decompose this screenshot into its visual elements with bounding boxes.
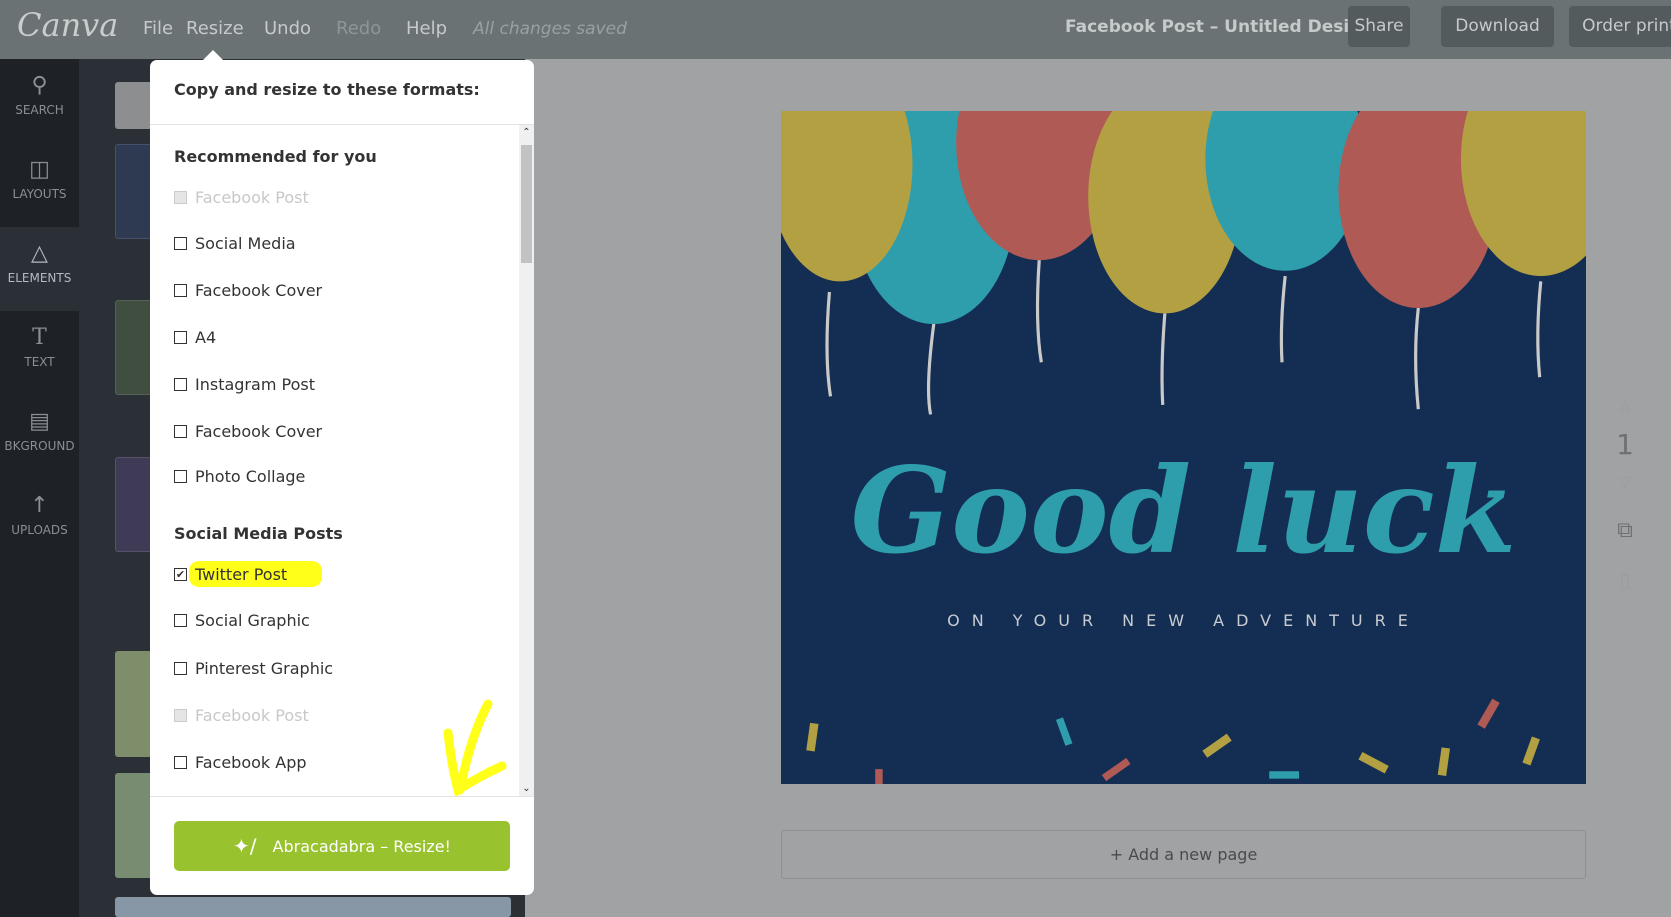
scroll-up-icon[interactable]: ⌃ [519,127,534,138]
option-a4[interactable]: A4 [174,328,216,347]
option-social-graphic[interactable]: Social Graphic [174,611,310,630]
checkbox[interactable] [174,331,187,344]
page-up-icon[interactable]: △ [1610,398,1640,414]
option-twitter-post[interactable]: ✔ Twitter Post [174,561,322,587]
upload-icon: ↑ [30,493,49,518]
option-facebook-cover[interactable]: Facebook Cover [174,422,322,441]
balloon-shapes [781,111,1586,324]
option-social-media[interactable]: Social Media [174,234,296,253]
checkbox-checked[interactable]: ✔ [174,568,187,581]
checkbox[interactable] [174,191,187,204]
checkbox[interactable] [174,662,187,675]
popup-title: Copy and resize to these formats: [174,80,480,99]
search-icon: ⚲ [31,73,48,98]
scrollbar[interactable]: ⌃ ⌄ [519,125,534,796]
checkbox[interactable] [174,709,187,722]
resize-button[interactable]: ✦∕ Abracadabra – Resize! [174,821,510,871]
save-status: All changes saved [473,19,627,39]
sidebar-item-search[interactable]: ⚲ SEARCH [0,59,79,143]
confetti [806,698,1540,784]
add-page-button[interactable]: + Add a new page [781,830,1586,879]
resize-popup: Copy and resize to these formats: Recomm… [150,50,534,895]
page-number: 1 [1616,428,1634,461]
checkbox[interactable] [174,284,187,297]
sidebar-item-background[interactable]: ▤ BKGROUND [0,395,79,479]
top-bar: Canva File Resize Undo Redo Help All cha… [0,0,1671,59]
canva-logo[interactable]: Canva [17,6,118,44]
menu-undo[interactable]: Undo [264,18,311,39]
scroll-down-icon[interactable]: ⌄ [519,783,534,794]
duplicate-page-icon[interactable]: ⧉ [1610,518,1640,543]
arrow-annotation [443,699,507,798]
share-button[interactable]: Share [1348,6,1410,47]
design-canvas[interactable]: Good luck ON YOUR NEW ADVENTURE [781,111,1586,784]
page-down-icon[interactable]: ▽ [1610,474,1640,490]
option-facebook-post[interactable]: Facebook Post [174,706,309,725]
text-icon: T [32,325,47,350]
order-print-button[interactable]: Order print [1569,6,1671,47]
format-list: Recommended for you Facebook Post Social… [150,125,534,796]
section-heading: Recommended for you [174,147,377,166]
divider [150,796,534,797]
menu-help[interactable]: Help [406,18,447,39]
option-pinterest-graphic[interactable]: Pinterest Graphic [174,659,333,678]
checkbox[interactable] [174,378,187,391]
checkbox[interactable] [174,614,187,627]
option-photo-collage[interactable]: Photo Collage [174,467,305,486]
elements-icon: △ [31,241,48,266]
menu-resize[interactable]: Resize [186,18,244,39]
sidebar-item-text[interactable]: T TEXT [0,311,79,395]
download-button[interactable]: Download [1441,6,1554,47]
design-headline[interactable]: Good luck [781,441,1586,580]
scrollbar-thumb[interactable] [521,145,532,263]
option-facebook-app[interactable]: Facebook App [174,753,307,772]
checkbox[interactable] [174,470,187,483]
panel-photo-row[interactable] [115,897,511,917]
design-subline[interactable]: ON YOUR NEW ADVENTURE [781,611,1586,630]
background-icon: ▤ [29,409,50,434]
checkbox[interactable] [174,425,187,438]
magic-wand-icon: ✦∕ [233,834,257,858]
document-title[interactable]: Facebook Post – Untitled Design [1065,17,1373,37]
checkbox[interactable] [174,756,187,769]
menu-redo[interactable]: Redo [336,18,381,39]
option-facebook-post[interactable]: Facebook Post [174,188,309,207]
sidebar-item-uploads[interactable]: ↑ UPLOADS [0,479,79,563]
section-heading: Social Media Posts [174,524,343,543]
layouts-icon: ◫ [29,157,50,182]
delete-page-icon[interactable]: ▯ [1610,568,1640,592]
option-instagram-post[interactable]: Instagram Post [174,375,315,394]
sidebar-item-layouts[interactable]: ◫ LAYOUTS [0,143,79,227]
sidebar: ⚲ SEARCH ◫ LAYOUTS △ ELEMENTS T TEXT ▤ BKGROU… [0,59,79,917]
checkbox[interactable] [174,237,187,250]
option-facebook-cover[interactable]: Facebook Cover [174,281,322,300]
sidebar-item-elements[interactable]: △ ELEMENTS [0,227,79,311]
menu-file[interactable]: File [143,18,173,39]
